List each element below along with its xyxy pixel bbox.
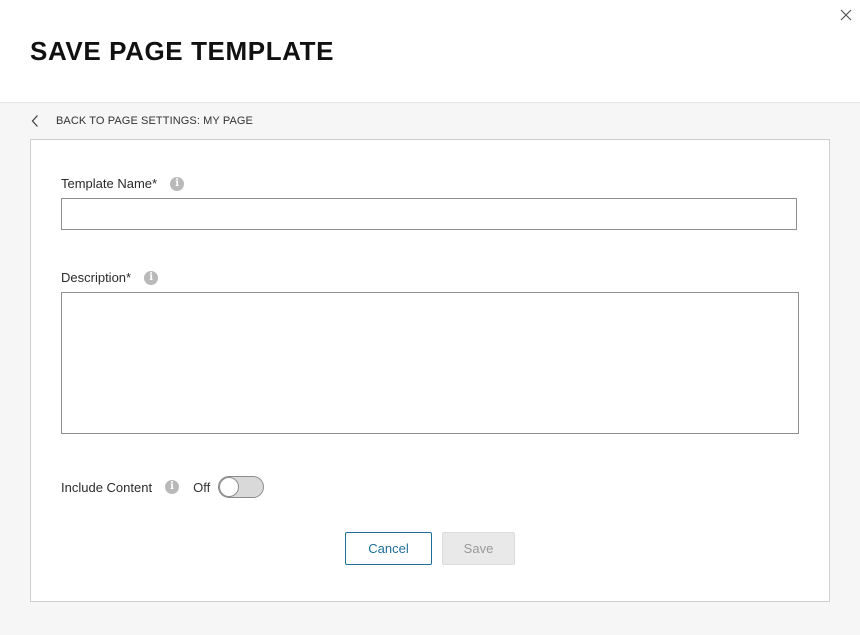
- back-link-label: BACK TO PAGE SETTINGS: MY PAGE: [56, 115, 253, 127]
- info-icon[interactable]: i: [170, 176, 185, 191]
- toggle-state-label: Off: [193, 479, 211, 495]
- include-content-row: Include Content i Off: [61, 475, 265, 499]
- template-form-card: Template Name* i Description* i Include …: [30, 139, 830, 602]
- template-name-input[interactable]: [61, 198, 797, 230]
- description-label: Description*: [61, 270, 132, 285]
- close-button[interactable]: [838, 7, 854, 23]
- back-to-page-settings-link[interactable]: BACK TO PAGE SETTINGS: MY PAGE: [30, 112, 253, 130]
- close-icon: [840, 9, 852, 21]
- template-name-label-row: Template Name* i: [61, 176, 185, 191]
- description-label-row: Description* i: [61, 270, 159, 285]
- info-icon[interactable]: i: [165, 480, 180, 494]
- chevron-left-icon: [31, 115, 38, 127]
- toggle-knob: [219, 477, 240, 497]
- dialog-header: SAVE PAGE TEMPLATE: [0, 0, 860, 103]
- page-title: SAVE PAGE TEMPLATE: [30, 36, 335, 66]
- info-icon[interactable]: i: [144, 270, 159, 285]
- template-name-label: Template Name*: [61, 176, 158, 191]
- include-content-toggle[interactable]: [218, 476, 265, 498]
- save-button[interactable]: Save: [442, 532, 515, 565]
- cancel-button[interactable]: Cancel: [345, 532, 432, 565]
- include-content-label: Include Content: [61, 479, 153, 495]
- description-textarea[interactable]: [61, 292, 799, 434]
